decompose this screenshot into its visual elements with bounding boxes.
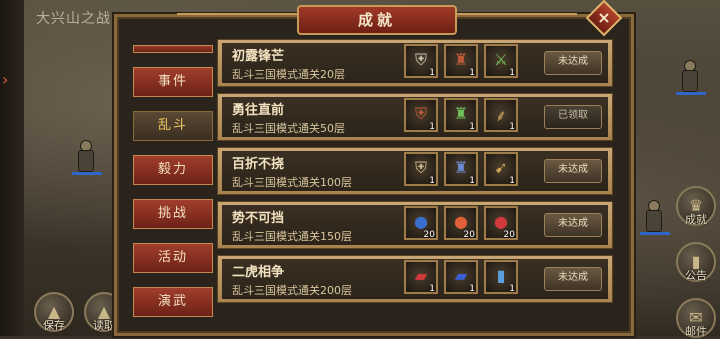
helmet-icon: ♜ [453,50,469,69]
reward-item[interactable]: ♜ 1 [444,44,478,78]
scroll-icon: ▮ [496,266,506,285]
achievement-description: 乱斗三国模式通关150层 [232,230,352,243]
armor-icon: ⛨ [414,50,427,69]
armor-icon: ⛨ [414,104,427,123]
achievement-name: 初露锋芒 [232,49,285,64]
reward-item[interactable]: ▮ 1 [484,260,518,294]
title-ornament [177,13,297,25]
reward-count: 1 [429,68,435,78]
achievement-description: 乱斗三国模式通关20层 [232,68,345,81]
reward-count: 1 [429,176,435,186]
reward-item[interactable]: ▰ 1 [404,260,438,294]
tab-5[interactable]: 演武 [133,287,213,317]
reward-item[interactable]: ● 20 [404,206,438,240]
achievement-row: 百折不挠 乱斗三国模式通关100层 ⛨ 1 ♜ 1 ➹ 1 未达成 [217,147,613,195]
tab-scroll-stub [133,45,213,53]
achievement-name: 二虎相争 [232,265,285,280]
achievement-list: 初露锋芒 乱斗三国模式通关20层 ⛨ 1 ♜ 1 ⚔ 1 未达成 勇往直前 乱斗三国… [217,39,613,309]
fruit-icon: ● [454,212,468,231]
reward-count: 1 [429,122,435,132]
achievement-row: 势不可挡 乱斗三国模式通关150层 ● 20 ● 20 ● 20 未达成 [217,201,613,249]
reward-item[interactable]: ⛨ 1 [404,152,438,186]
achievement-row: 二虎相争 乱斗三国模式通关200层 ▰ 1 ▰ 1 ▮ 1 未达成 [217,255,613,303]
category-tabs: 事件乱斗毅力挑战活动演武 [133,45,213,331]
achievements-modal: 成就 × 事件 乱斗 毅力 挑战 活动 演武 初露锋芒 乱斗三国模式通关20层 ⛨ 1 ♜ … [114,0,634,336]
bottom-button-label: 保存 [43,319,65,332]
reward-count: 1 [509,68,515,78]
left-side-panel: › [0,0,24,336]
fruit-icon: ● [414,212,428,231]
claim-status-button[interactable]: 未达成 [544,213,602,237]
reward-count: 1 [509,176,515,186]
side-button-label: 成就 [685,213,707,226]
tab-2[interactable]: 毅力 [133,155,213,185]
reward-count: 20 [463,230,475,240]
reward-count: 1 [469,176,475,186]
achievement-description: 乱斗三国模式通关200层 [232,284,352,297]
title-ornament [457,13,577,25]
book-icon: ▰ [414,266,428,285]
achievement-name: 势不可挡 [232,211,285,226]
tab-1[interactable]: 乱斗 [133,111,213,141]
sword-icon: ⚔ [493,50,509,69]
reward-item[interactable]: ♜ 1 [444,152,478,186]
side-button-label: 公告 [685,269,707,282]
reward-item[interactable]: ● 20 [444,206,478,240]
side-button-1[interactable]: ▮ 公告 [676,242,716,282]
reward-item[interactable]: ⛨ 1 [404,44,438,78]
achievement-name: 勇往直前 [232,103,285,118]
reward-item[interactable]: ▰ 1 [444,260,478,294]
reward-item[interactable]: ⚔ 1 [484,44,518,78]
achievement-row: 勇往直前 乱斗三国模式通关50层 ⛨ 1 ♜ 1 ⸙ 1 已领取 [217,93,613,141]
spear-icon: ➹ [494,158,508,177]
side-button-2[interactable]: ✉ 邮件 [676,298,716,338]
reward-item[interactable]: ➹ 1 [484,152,518,186]
tab-4[interactable]: 活动 [133,243,213,273]
reward-count: 1 [429,284,435,294]
fruit-icon: ● [494,212,508,231]
achievement-description: 乱斗三国模式通关50层 [232,122,345,135]
claim-status-button[interactable]: 未达成 [544,159,602,183]
reward-item[interactable]: ♜ 1 [444,98,478,132]
soldier-unit[interactable] [640,200,670,236]
claim-status-button[interactable]: 已领取 [544,105,602,129]
reward-count: 1 [469,122,475,132]
reward-item[interactable]: ⸙ 1 [484,98,518,132]
helmet-icon: ♜ [453,158,469,177]
claim-status-button[interactable]: 未达成 [544,267,602,291]
bottom-button-0[interactable]: ▲ 保存 [34,292,74,332]
achievement-row: 初露锋芒 乱斗三国模式通关20层 ⛨ 1 ♜ 1 ⚔ 1 未达成 [217,39,613,87]
side-button-label: 邮件 [685,325,707,338]
reward-count: 20 [423,230,435,240]
tab-3[interactable]: 挑战 [133,199,213,229]
achievement-description: 乱斗三国模式通关100层 [232,176,352,189]
expand-arrow-icon[interactable]: › [2,70,8,89]
scene-title: 大兴山之战 [36,11,111,27]
reward-count: 1 [469,284,475,294]
reward-item[interactable]: ● 20 [484,206,518,240]
reward-count: 1 [509,122,515,132]
claim-status-button[interactable]: 未达成 [544,51,602,75]
reward-item[interactable]: ⛨ 1 [404,98,438,132]
armor-icon: ⛨ [414,158,427,177]
tab-0[interactable]: 事件 [133,67,213,97]
close-icon: × [597,8,611,27]
soldier-unit[interactable] [72,140,102,176]
achievement-name: 百折不挠 [232,157,285,172]
modal-title: 成就 [297,5,457,35]
reward-count: 20 [503,230,515,240]
book-icon: ▰ [454,266,468,285]
helmet-icon: ♜ [453,104,469,123]
reward-count: 1 [509,284,515,294]
side-button-0[interactable]: ♛ 成就 [676,186,716,226]
reward-count: 1 [469,68,475,78]
soldier-unit[interactable] [676,60,706,96]
